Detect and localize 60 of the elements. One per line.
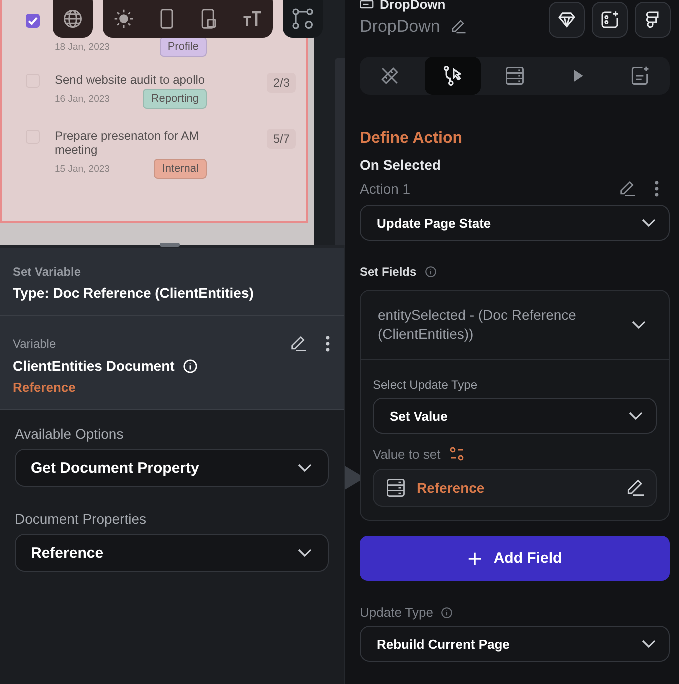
variable-icon[interactable]: [448, 446, 465, 462]
edit-icon[interactable]: [625, 477, 647, 499]
plus-icon: [468, 552, 482, 566]
add-field-button[interactable]: Add Field: [360, 536, 670, 581]
task-title: Prepare presenaton for AM meeting: [55, 129, 200, 157]
field-label: Select Update Type: [373, 378, 479, 392]
section-label: Set Variable: [13, 265, 82, 279]
cursor-flow-icon: [442, 65, 464, 87]
rebuild-dropdown[interactable]: Rebuild Current Page: [360, 626, 670, 662]
widget-name: DropDown: [360, 17, 440, 37]
diamond-icon: [557, 10, 577, 30]
database-icon: [385, 477, 407, 499]
dropdown[interactable]: Reference: [15, 534, 329, 572]
action-dropdown[interactable]: Update Page State: [360, 205, 670, 241]
task-date: 18 Jan, 2023: [55, 42, 110, 52]
add-widget-button[interactable]: [592, 2, 628, 38]
field-dropdown[interactable]: entitySelected - (Doc Reference (ClientEntities)): [361, 291, 669, 360]
set-fields-label: Set Fields: [360, 265, 417, 279]
edit-icon[interactable]: [289, 334, 309, 354]
task-tag: Profile: [160, 37, 207, 57]
value-field[interactable]: Reference: [373, 469, 657, 507]
edit-icon[interactable]: [618, 179, 638, 199]
task-date: 16 Jan, 2023: [55, 94, 110, 104]
task-date: 15 Jan, 2023: [55, 164, 110, 174]
variable-type: Type: Doc Reference (ClientEntities): [13, 285, 255, 301]
action-name: Action 1: [360, 181, 411, 197]
more-icon[interactable]: [654, 180, 660, 198]
update-type-dropdown[interactable]: Set Value: [373, 398, 657, 434]
field-label: Document Properties: [15, 511, 148, 527]
task-count: 5/7: [267, 129, 296, 149]
drag-handle[interactable]: [160, 243, 180, 247]
task-tag: Reporting: [143, 89, 207, 109]
trigger-label: On Selected: [360, 157, 442, 173]
scrollbar[interactable]: [335, 58, 345, 245]
add-note-icon: [629, 65, 651, 87]
add-widget-icon: [600, 10, 620, 30]
widget-type: DropDown: [380, 0, 446, 12]
task-tag: Internal: [154, 159, 207, 179]
field-label: Value to set: [373, 446, 441, 462]
variable-name: ClientEntities Document: [13, 358, 175, 374]
edit-icon[interactable]: [450, 18, 468, 36]
sun-icon[interactable]: [113, 8, 136, 30]
globe-button[interactable]: [53, 0, 93, 38]
dropdown[interactable]: Get Document Property: [15, 449, 329, 487]
field-label: Update Type: [360, 605, 434, 620]
task-title: Send website audit to apollo: [55, 73, 206, 87]
variable-label: Variable: [13, 337, 56, 351]
section-title: Define Action: [360, 130, 464, 148]
diamond-button[interactable]: [549, 2, 585, 38]
tab[interactable]: [424, 57, 480, 95]
database-icon: [504, 65, 526, 87]
variable-source: Reference: [13, 380, 77, 395]
dropdown-widget-icon: [360, 0, 374, 9]
checkbox[interactable]: [26, 14, 40, 28]
ruler-pencil-icon: [379, 65, 401, 87]
more-icon[interactable]: [325, 335, 331, 353]
globe-icon: [62, 8, 84, 30]
field-label: Available Options: [15, 426, 125, 442]
task-count: 2/3: [267, 73, 296, 93]
graph-settings-button[interactable]: [283, 0, 323, 38]
